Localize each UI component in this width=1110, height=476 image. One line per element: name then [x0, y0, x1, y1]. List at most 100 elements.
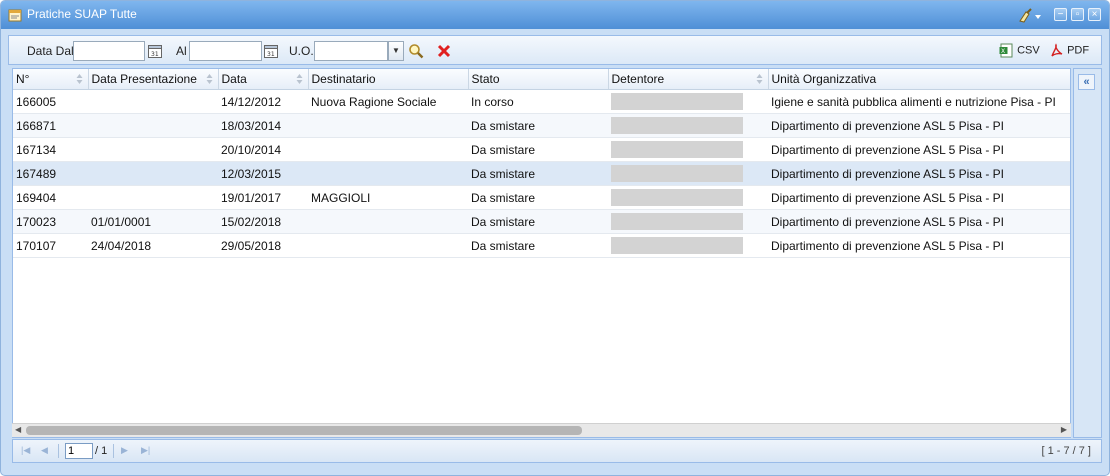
cell-data-presentazione	[88, 137, 218, 162]
pdf-label: PDF	[1067, 44, 1090, 57]
column-header-unita-organizzativa[interactable]: Unità Organizzativa	[768, 69, 1070, 90]
page-number-input[interactable]	[65, 443, 93, 459]
cell-data-presentazione	[88, 89, 218, 114]
minimize-button[interactable]: −	[1054, 8, 1067, 21]
pratiche-grid: N° Data Presentazione Data Destinatario …	[12, 68, 1071, 438]
column-header-stato[interactable]: Stato	[468, 69, 609, 90]
cell-data-presentazione	[88, 185, 218, 210]
cell-n: 167489	[13, 161, 88, 186]
svg-text:X: X	[1001, 48, 1005, 55]
cell-n: 170023	[13, 209, 88, 234]
window-title: Pratiche SUAP Tutte	[27, 7, 137, 21]
records-info: [ 1 - 7 / 7 ]	[1041, 445, 1091, 457]
cell-detentore	[608, 89, 768, 114]
column-header-destinatario[interactable]: Destinatario	[308, 69, 469, 90]
cell-destinatario	[308, 137, 468, 162]
cell-stato: Da smistare	[468, 137, 608, 162]
redacted-block	[611, 141, 743, 158]
cell-destinatario	[308, 161, 468, 186]
date-from-calendar-button[interactable]: 31	[147, 41, 163, 61]
table-row[interactable]: 170023 01/01/0001 15/02/2018 Da smistare…	[13, 209, 1070, 234]
pratiche-table: N° Data Presentazione Data Destinatario …	[13, 69, 1070, 258]
table-row-selected[interactable]: 167489 12/03/2015 Da smistare Dipartimen…	[13, 161, 1070, 186]
broom-tool-icon[interactable]	[1017, 8, 1043, 24]
maximize-button[interactable]: ▫	[1071, 8, 1084, 21]
side-panel: «	[1073, 68, 1102, 438]
cell-stato: Da smistare	[468, 209, 608, 234]
sort-icon	[296, 74, 302, 84]
cell-stato: Da smistare	[468, 113, 608, 138]
cell-detentore	[608, 233, 768, 258]
table-row[interactable]: 169404 19/01/2017 MAGGIOLI Da smistare D…	[13, 185, 1070, 210]
cell-unita-organizzativa: Igiene e sanità pubblica alimenti e nutr…	[768, 89, 1070, 114]
pdf-icon	[1051, 43, 1063, 57]
cell-detentore	[608, 209, 768, 234]
cell-destinatario	[308, 113, 468, 138]
column-header-data-presentazione[interactable]: Data Presentazione	[88, 69, 219, 90]
horizontal-scrollbar[interactable]: ◀ ▶	[12, 423, 1071, 437]
sort-icon	[206, 74, 212, 84]
uo-combo-dropdown[interactable]: ▼	[388, 41, 404, 61]
cell-detentore	[608, 113, 768, 138]
column-header-detentore[interactable]: Detentore	[608, 69, 769, 90]
last-page-icon[interactable]: ▶|	[141, 445, 150, 456]
table-header-row: N° Data Presentazione Data Destinatario …	[13, 69, 1070, 90]
cell-n: 170107	[13, 233, 88, 258]
csv-label: CSV	[1017, 44, 1040, 57]
cell-data: 15/02/2018	[218, 209, 308, 234]
sort-icon	[76, 74, 82, 84]
cell-n: 169404	[13, 185, 88, 210]
scroll-left-icon[interactable]: ◀	[15, 425, 21, 434]
next-page-icon[interactable]: ▶	[121, 445, 128, 456]
table-row[interactable]: 170107 24/04/2018 29/05/2018 Da smistare…	[13, 233, 1070, 258]
clear-filters-button[interactable]	[436, 43, 452, 59]
first-page-icon[interactable]: |◀	[21, 445, 30, 456]
cell-detentore	[608, 137, 768, 162]
date-to-input[interactable]	[189, 41, 262, 61]
table-row[interactable]: 166005 14/12/2012 Nuova Ragione Sociale …	[13, 89, 1070, 114]
cell-destinatario: Nuova Ragione Sociale	[308, 89, 468, 114]
cell-unita-organizzativa: Dipartimento di prevenzione ASL 5 Pisa -…	[768, 209, 1070, 234]
cell-data: 29/05/2018	[218, 233, 308, 258]
date-from-input[interactable]	[73, 41, 145, 61]
column-header-n[interactable]: N°	[13, 69, 89, 90]
clear-x-icon	[437, 44, 451, 58]
search-icon	[409, 44, 424, 59]
redacted-block	[611, 237, 743, 254]
date-to-label: Al	[176, 44, 187, 58]
expand-panel-button[interactable]: «	[1078, 74, 1095, 90]
scroll-right-icon[interactable]: ▶	[1061, 425, 1067, 434]
cell-n: 166005	[13, 89, 88, 114]
uo-combo-input[interactable]	[314, 41, 388, 61]
cell-data-presentazione: 24/04/2018	[88, 233, 218, 258]
cell-data: 12/03/2015	[218, 161, 308, 186]
cell-destinatario	[308, 209, 468, 234]
pager-separator	[113, 444, 114, 458]
cell-n: 166871	[13, 113, 88, 138]
page-count-label: / 1	[95, 445, 108, 457]
cell-detentore	[608, 185, 768, 210]
redacted-block	[611, 117, 743, 134]
redacted-block	[611, 93, 743, 110]
double-chevron-left-icon: «	[1083, 76, 1090, 88]
redacted-block	[611, 189, 743, 206]
close-window-button[interactable]: ×	[1088, 8, 1101, 21]
cell-stato: Da smistare	[468, 185, 608, 210]
date-to-calendar-button[interactable]: 31	[263, 41, 279, 61]
export-csv-button[interactable]: X CSV	[999, 43, 1040, 59]
table-row[interactable]: 167134 20/10/2014 Da smistare Dipartimen…	[13, 137, 1070, 162]
pager-separator	[58, 444, 59, 458]
export-pdf-button[interactable]: PDF	[1049, 43, 1089, 59]
column-header-data[interactable]: Data	[218, 69, 309, 90]
cell-data-presentazione: 01/01/0001	[88, 209, 218, 234]
scrollbar-thumb[interactable]	[26, 426, 582, 435]
cell-destinatario	[308, 233, 468, 258]
cell-stato: Da smistare	[468, 161, 608, 186]
search-button[interactable]	[408, 43, 424, 59]
prev-page-icon[interactable]: ◀	[41, 445, 48, 456]
filter-toolbar: Data Dal 31 Al 31 U.O. ▼ X CSV PDF	[8, 35, 1102, 65]
pagination-bar: |◀ ◀ / 1 ▶ ▶| [ 1 - 7 / 7 ]	[12, 439, 1102, 463]
cell-unita-organizzativa: Dipartimento di prevenzione ASL 5 Pisa -…	[768, 113, 1070, 138]
table-row[interactable]: 166871 18/03/2014 Da smistare Dipartimen…	[13, 113, 1070, 138]
cell-n: 167134	[13, 137, 88, 162]
